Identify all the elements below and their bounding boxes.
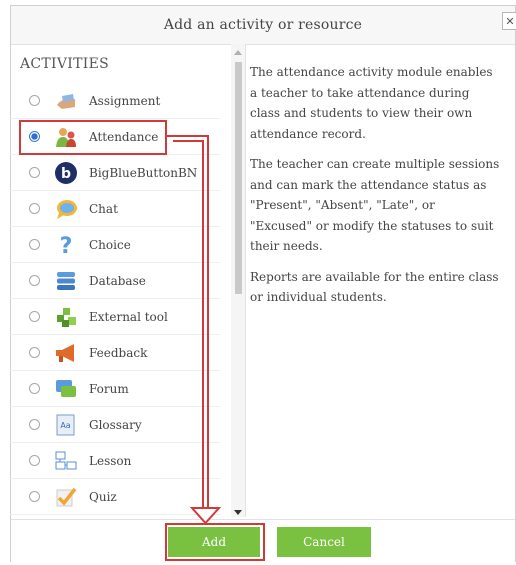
annotation-arrow: [167, 135, 222, 525]
arrow-head-icon: [189, 507, 222, 525]
